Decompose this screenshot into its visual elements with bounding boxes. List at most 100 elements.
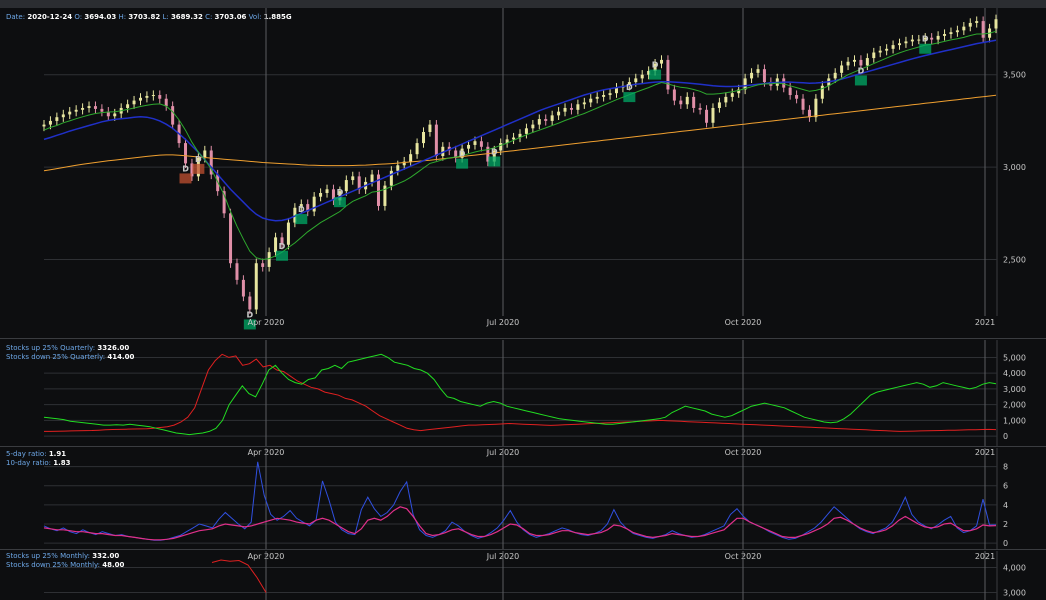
dividend-marker-box <box>456 158 469 169</box>
candle-body <box>582 102 586 105</box>
candle-body <box>859 59 863 66</box>
candle-body <box>936 35 940 40</box>
candle-body <box>145 95 149 98</box>
candle-body <box>595 96 599 99</box>
candle-body <box>782 78 786 88</box>
candle-body <box>891 45 895 49</box>
candle-body <box>434 124 438 157</box>
dividend-marker-box <box>854 75 867 86</box>
candle-body <box>994 19 998 29</box>
candle-body <box>203 150 207 158</box>
candle-body <box>344 180 348 192</box>
dividend-marker-box <box>919 43 932 54</box>
dividend-marker-box <box>192 163 205 174</box>
dividend-marker-label: D <box>182 164 189 173</box>
dividend-marker-label: D <box>298 205 305 214</box>
candle-body <box>840 65 844 73</box>
monthly-y-tick: 4,000 <box>1003 564 1026 573</box>
candle-body <box>801 98 805 110</box>
up-monthly-value: 332.00 <box>92 552 120 560</box>
candle-body <box>569 107 573 110</box>
candle-body <box>634 78 638 83</box>
candle-body <box>138 97 142 101</box>
candle-body <box>422 132 426 144</box>
candle-body <box>396 165 400 171</box>
candle-body <box>878 50 882 53</box>
up-quarterly-label: Stocks up 25% Quarterly: <box>6 344 96 352</box>
dividend-marker-label: D <box>279 242 286 251</box>
dividend-marker-label: D <box>491 147 498 156</box>
candle-body <box>692 96 696 108</box>
ratio-y-tick: 6 <box>1003 482 1008 491</box>
candle-body <box>74 109 78 112</box>
quarterly-y-tick: 1,000 <box>1003 416 1026 425</box>
quarterly-y-tick: 3,000 <box>1003 385 1026 394</box>
candle-body <box>814 98 818 118</box>
candle-body <box>576 104 580 110</box>
candle-body <box>235 263 239 280</box>
candle-body <box>685 96 689 105</box>
candle-body <box>512 137 516 140</box>
down-monthly-value: 48.00 <box>102 561 125 569</box>
dividend-marker-box <box>295 214 308 225</box>
monthly-y-tick: 3,000 <box>1003 589 1026 598</box>
candle-body <box>962 26 966 31</box>
candle-body <box>898 43 902 46</box>
candle-body <box>930 37 934 40</box>
candle-body <box>833 72 837 79</box>
candle-body <box>563 107 567 112</box>
candle-body <box>254 263 258 310</box>
price-y-tick: 3,500 <box>1003 71 1026 80</box>
candle-body <box>544 119 548 121</box>
candle-body <box>846 61 850 66</box>
price-y-tick: 3,000 <box>1003 163 1026 172</box>
quarterly-y-tick: 0 <box>1003 432 1008 441</box>
candle-body <box>943 34 947 36</box>
ten-day-ratio-line <box>43 506 997 541</box>
candle-body <box>93 106 97 109</box>
candle-body <box>711 107 715 123</box>
candle-body <box>319 193 323 197</box>
monthly-readout: Stocks up 25% Monthly: 332.00 Stocks dow… <box>6 552 124 570</box>
price-x-tick: 2021 <box>975 318 995 327</box>
candle-body <box>81 107 85 110</box>
quarterly-y-tick: 5,000 <box>1003 353 1026 362</box>
price-chart[interactable]: 2,5003,0003,500DDDDDDD DDDDDApr 2020 Jul 2… <box>0 0 1046 600</box>
dividend-marker-box <box>179 173 192 184</box>
candle-body <box>428 124 432 132</box>
candle-body <box>762 69 766 83</box>
candle-body <box>42 124 46 127</box>
ratio-y-tick: 8 <box>1003 463 1008 472</box>
dividend-marker-label: D <box>337 188 344 197</box>
candle-body <box>705 109 709 123</box>
candle-body <box>602 95 606 97</box>
candle-body <box>467 144 471 149</box>
candle-body <box>389 170 393 186</box>
down-quarterly-value: 414.00 <box>107 353 135 361</box>
up-quarterly-line <box>43 353 997 436</box>
candle-body <box>325 189 329 193</box>
candle-body <box>968 22 972 27</box>
candle-body <box>917 39 921 41</box>
candle-body <box>479 141 483 147</box>
panel-separator <box>0 446 1046 447</box>
candle-body <box>158 95 162 99</box>
candle-body <box>589 98 593 103</box>
dividend-marker-label: D <box>922 35 929 44</box>
down-quarterly-line <box>44 353 997 432</box>
ratio-y-tick: 2 <box>1003 520 1008 529</box>
dividend-marker-box <box>488 156 501 167</box>
dividend-marker-box <box>333 197 346 208</box>
candle-body <box>370 174 374 182</box>
down-monthly-label: Stocks down 25% Monthly: <box>6 561 101 569</box>
candle-body <box>910 39 914 42</box>
candle-body <box>872 52 876 59</box>
candle-body <box>171 106 175 125</box>
candle-body <box>415 143 419 155</box>
candle-body <box>48 120 52 125</box>
candle-body <box>852 59 856 62</box>
candle-body <box>666 59 670 90</box>
candle-body <box>865 58 869 66</box>
candle-body <box>724 96 728 103</box>
candle-body <box>904 41 908 44</box>
